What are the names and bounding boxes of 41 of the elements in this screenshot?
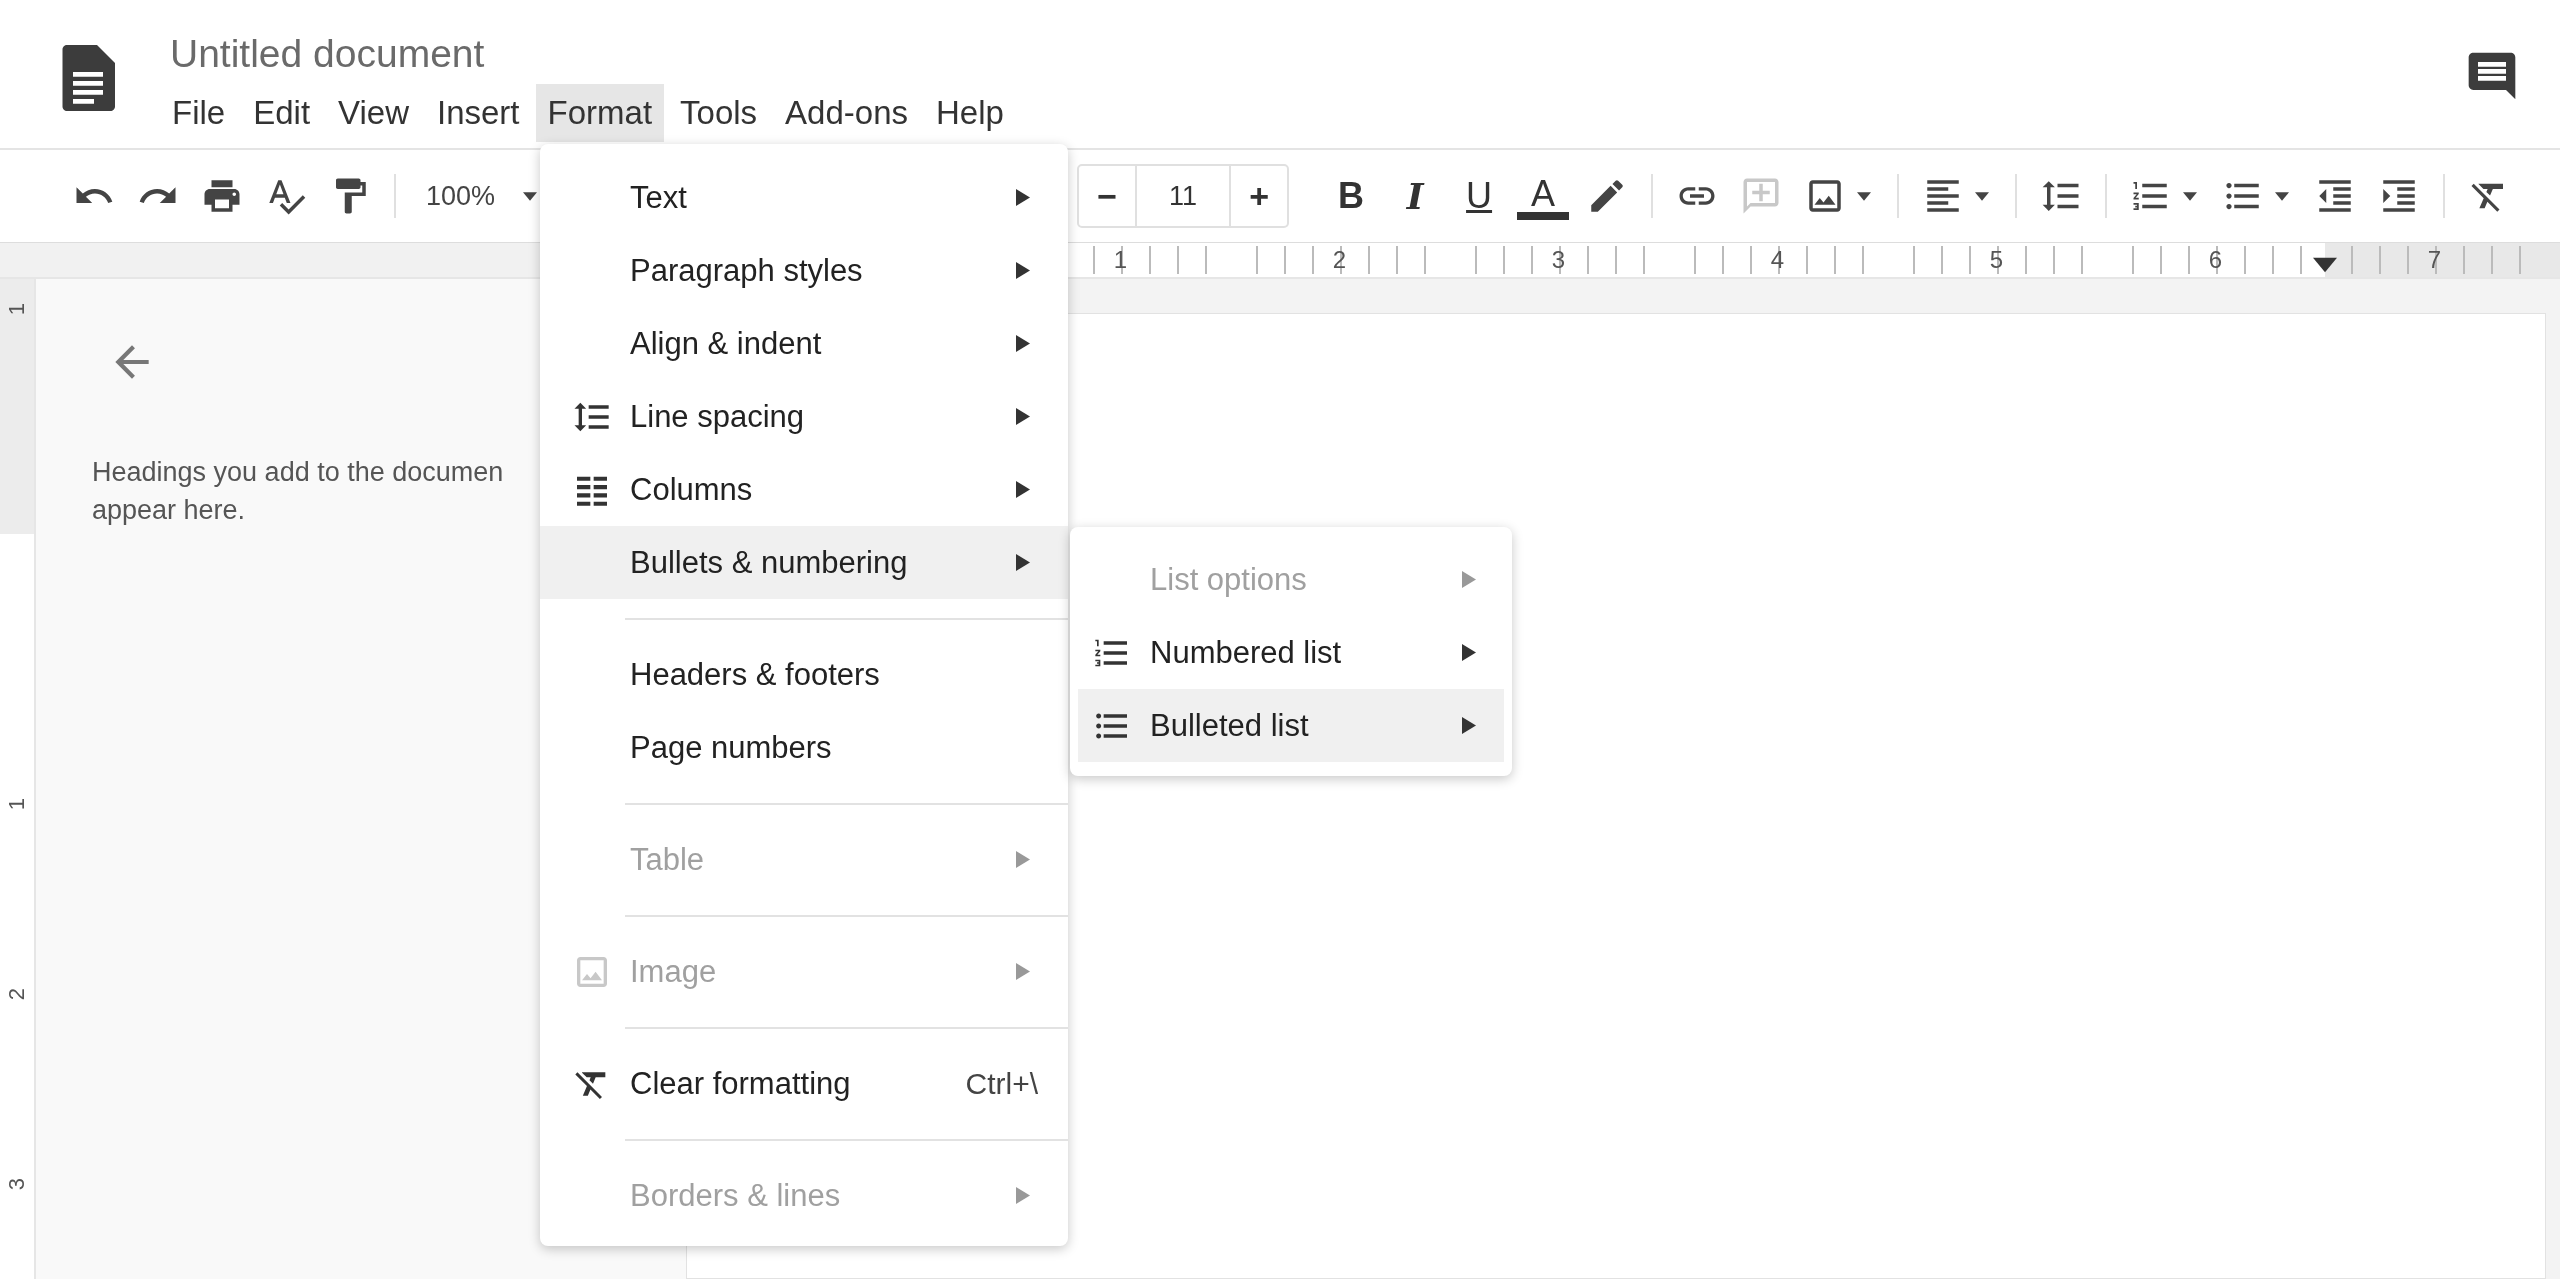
- menu-item[interactable]: Add-ons: [773, 84, 921, 142]
- increase-font-size-button[interactable]: +: [1231, 166, 1288, 226]
- bold-button[interactable]: B: [1325, 175, 1378, 217]
- ruler-number: 1: [4, 798, 30, 811]
- outline-hint-text: Headings you add to the documen: [92, 456, 504, 489]
- decrease-font-size-button[interactable]: −: [1079, 166, 1136, 226]
- caret-icon[interactable]: [523, 191, 538, 201]
- ruler-number: 2: [4, 988, 30, 1001]
- menu-option[interactable]: Clear formatting Ctrl+\: [540, 1047, 1068, 1120]
- text-color-button[interactable]: A: [1517, 172, 1570, 220]
- caret-icon[interactable]: [1975, 191, 1990, 201]
- menu-option[interactable]: Paragraph styles: [540, 234, 1068, 307]
- caret-icon[interactable]: [2275, 191, 2290, 201]
- menu-option[interactable]: Bullets & numbering: [540, 526, 1068, 599]
- menu-item[interactable]: Tools: [668, 84, 770, 142]
- menu-item[interactable]: Insert: [425, 84, 532, 142]
- menu-option[interactable]: Page numbers: [540, 711, 1068, 784]
- menu-item[interactable]: View: [326, 84, 421, 142]
- caret-icon[interactable]: [2183, 191, 2198, 201]
- ruler-number: 1: [4, 303, 30, 316]
- menu-item[interactable]: Format: [535, 84, 665, 142]
- menu-option[interactable]: Headers & footers: [540, 638, 1068, 711]
- menu-item[interactable]: Edit: [241, 84, 323, 142]
- menu-option[interactable]: Bulleted list: [1078, 689, 1504, 762]
- right-indent-marker[interactable]: [2313, 257, 2337, 273]
- italic-button[interactable]: I: [1389, 175, 1442, 217]
- menu-option[interactable]: Line spacing: [540, 380, 1068, 453]
- font-size-control[interactable]: − 11 +: [1077, 164, 1290, 228]
- zoom-dropdown[interactable]: 100%: [416, 180, 506, 212]
- font-size-field[interactable]: 11: [1135, 166, 1232, 226]
- menu-option[interactable]: Align & indent: [540, 307, 1068, 380]
- ruler-number: 3: [4, 1177, 30, 1191]
- outline-hint-text: appear here.: [92, 494, 246, 527]
- menu-option[interactable]: Columns: [540, 453, 1068, 526]
- menu-option[interactable]: Numbered list: [1078, 616, 1504, 689]
- menu-option[interactable]: Text: [540, 161, 1068, 234]
- menu-item[interactable]: File: [160, 84, 238, 142]
- menu-item[interactable]: Help: [924, 84, 1016, 142]
- document-title[interactable]: Untitled document: [160, 32, 1020, 76]
- caret-icon[interactable]: [1857, 191, 1872, 201]
- underline-button[interactable]: U: [1453, 175, 1506, 217]
